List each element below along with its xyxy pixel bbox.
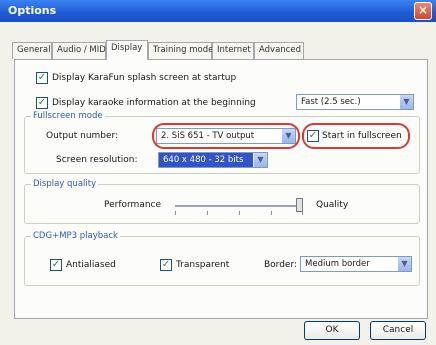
splash-checkbox[interactable]: ✓ [36,72,48,84]
chevron-down-icon[interactable]: ▼ [253,153,267,167]
red-annotation-output [152,123,300,149]
screen-resolution-label: Screen resolution: [56,155,138,165]
slider-tick [175,211,176,215]
antialiased-checkbox[interactable]: ✓ [50,259,62,271]
slider-tick [239,211,240,215]
ok-button[interactable]: OK [304,321,360,340]
border-select[interactable]: Medium border ▼ [300,256,412,272]
slider-tick [207,211,208,215]
tab-audio-midi[interactable]: Audio / MIDI [52,42,108,59]
info-duration-value: Fast (2.5 sec.) [301,97,361,107]
slider-track[interactable] [175,205,303,207]
border-label: Border: [264,260,298,270]
title-bar: Options × [0,0,436,22]
transparent-label: Transparent [176,260,230,270]
cancel-button[interactable]: Cancel [370,321,426,340]
info-duration-select[interactable]: Fast (2.5 sec.) ▼ [296,94,414,110]
display-quality-group: Display quality [24,179,420,224]
tab-general[interactable]: General [12,42,52,59]
border-value: Medium border [305,259,370,269]
tab-display[interactable]: Display [106,40,148,60]
performance-label: Performance [104,200,162,210]
screen-resolution-value: 640 x 480 - 32 bits [163,155,244,165]
slider-tick [271,211,272,215]
display-quality-group-title: Display quality [31,179,99,189]
output-number-label: Output number: [46,131,119,141]
quality-label: Quality [316,200,349,210]
cdg-mp3-group-title: CDG+MP3 playback [31,231,120,241]
chevron-down-icon[interactable]: ▼ [397,257,411,271]
tab-internet[interactable]: Internet [212,42,254,59]
red-annotation-start-fullscreen [302,123,410,149]
info-checkbox[interactable]: ✓ [36,97,48,109]
window-title: Options [8,4,57,17]
info-checkbox-label: Display karaoke information at the begin… [52,98,256,108]
screen-resolution-select[interactable]: 640 x 480 - 32 bits ▼ [158,152,268,168]
tab-training-mode[interactable]: Training mode [148,42,213,59]
close-button[interactable]: × [414,2,432,20]
options-dialog: Options × General Audio / MIDI Display T… [0,0,436,345]
transparent-checkbox[interactable]: ✓ [160,259,172,271]
splash-checkbox-label: Display KaraFun splash screen at startup [52,73,237,83]
slider-thumb[interactable] [296,198,303,212]
tab-advanced[interactable]: Advanced [254,42,304,59]
chevron-down-icon[interactable]: ▼ [399,95,413,109]
antialiased-label: Antialiased [66,260,116,270]
fullscreen-group-title: Fullscreen mode [31,111,105,121]
